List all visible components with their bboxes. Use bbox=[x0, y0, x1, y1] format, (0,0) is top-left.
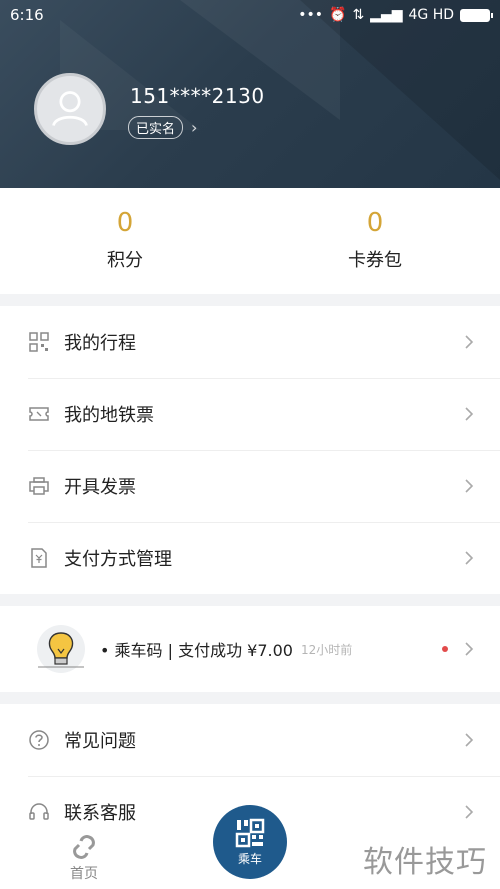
chevron-right-icon bbox=[464, 641, 474, 657]
menu-label: 支付方式管理 bbox=[64, 549, 172, 570]
headset-icon bbox=[28, 801, 50, 823]
chevron-right-icon bbox=[464, 406, 474, 422]
tab-home[interactable]: 首页 bbox=[56, 833, 112, 883]
chevron-right-icon bbox=[464, 804, 474, 820]
menu-label: 我的行程 bbox=[64, 333, 136, 354]
stat-value: 0 bbox=[366, 208, 384, 238]
tab-home-label: 首页 bbox=[70, 866, 98, 882]
unread-dot bbox=[442, 646, 448, 652]
signal-icon: ▂▄▆ bbox=[370, 7, 403, 23]
question-icon bbox=[28, 729, 50, 751]
menu-group-main: 我的行程 我的地铁票 开具发票 支付方式管理 bbox=[0, 306, 500, 594]
watermark-text: 软件技巧 bbox=[350, 828, 500, 889]
menu-label: 常见问题 bbox=[64, 731, 136, 752]
menu-item-payment-methods[interactable]: 支付方式管理 bbox=[0, 522, 500, 594]
qr-code-icon bbox=[235, 818, 265, 848]
user-silhouette-icon bbox=[52, 91, 88, 127]
alarm-icon: ⏰ bbox=[329, 7, 347, 23]
ride-label: 乘车 bbox=[237, 852, 262, 866]
verified-link[interactable]: 已实名 › bbox=[128, 116, 197, 139]
network-label: 4G HD bbox=[408, 7, 454, 23]
trip-icon bbox=[28, 331, 50, 353]
stat-coupons[interactable]: 0 卡券包 bbox=[250, 188, 500, 294]
link-icon bbox=[73, 835, 95, 859]
avatar[interactable] bbox=[34, 73, 106, 145]
stats-panel: 0 积分 0 卡券包 bbox=[0, 188, 500, 294]
yen-doc-icon bbox=[28, 547, 50, 569]
menu-item-faq[interactable]: 常见问题 bbox=[0, 704, 500, 776]
status-time: 6:16 bbox=[10, 6, 44, 24]
menu-item-metro-tickets[interactable]: 我的地铁票 bbox=[0, 378, 500, 450]
chevron-right-icon bbox=[464, 478, 474, 494]
lightbulb-icon bbox=[37, 625, 85, 673]
ticket-icon bbox=[28, 403, 50, 425]
battery-icon bbox=[460, 8, 493, 22]
stat-label: 卡券包 bbox=[348, 250, 402, 271]
notice-time: 12小时前 bbox=[300, 642, 353, 657]
menu-label: 开具发票 bbox=[64, 477, 136, 498]
menu-item-trips[interactable]: 我的行程 bbox=[0, 306, 500, 378]
payment-notice[interactable]: • 乘车码 | 支付成功 ¥7.00 12小时前 bbox=[0, 606, 500, 692]
status-bar: 6:16 ••• ⏰ ⇅ ▂▄▆ 4G HD bbox=[0, 0, 500, 30]
ride-qr-button[interactable]: 乘车 bbox=[213, 805, 287, 879]
printer-icon bbox=[28, 475, 50, 497]
stat-points[interactable]: 0 积分 bbox=[0, 188, 250, 294]
chevron-right-icon bbox=[464, 732, 474, 748]
chevron-right-icon bbox=[464, 334, 474, 350]
verified-badge: 已实名 bbox=[128, 116, 184, 139]
menu-item-invoice[interactable]: 开具发票 bbox=[0, 450, 500, 522]
stat-value: 0 bbox=[116, 208, 134, 238]
data-arrows-icon: ⇅ bbox=[352, 7, 365, 23]
stat-label: 积分 bbox=[107, 250, 143, 271]
chevron-right-icon: › bbox=[191, 118, 198, 137]
more-dots-icon: ••• bbox=[298, 7, 323, 23]
user-phone[interactable]: 151****2130 bbox=[130, 84, 265, 108]
menu-label: 我的地铁票 bbox=[64, 405, 154, 426]
notice-text: • 乘车码 | 支付成功 ¥7.00 bbox=[100, 641, 293, 660]
chevron-right-icon bbox=[464, 550, 474, 566]
